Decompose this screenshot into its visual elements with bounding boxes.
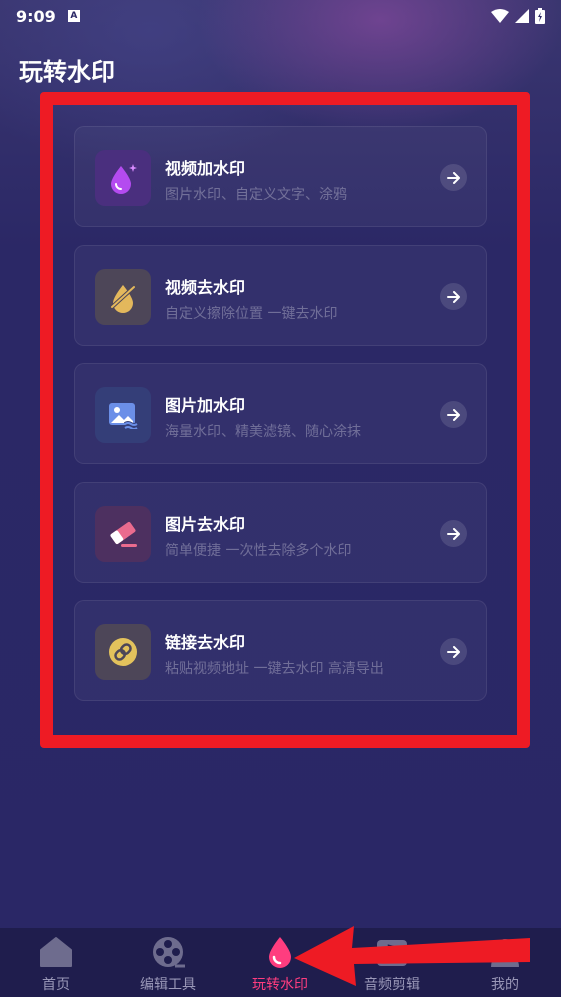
nav-item-edit-tools[interactable]: 编辑工具	[112, 928, 224, 997]
status-time: 9:09	[16, 6, 56, 26]
signal-icon	[515, 9, 529, 23]
wifi-icon	[491, 9, 509, 23]
battery-icon	[535, 8, 545, 24]
nav-item-home[interactable]: 首页	[0, 928, 112, 997]
notification-a-icon: A	[67, 10, 80, 22]
page-title: 玩转水印	[19, 58, 115, 86]
film-reel-icon	[150, 934, 186, 970]
annotation-highlight-frame	[40, 92, 530, 748]
nav-label: 首页	[42, 977, 70, 993]
nav-label: 编辑工具	[140, 977, 196, 993]
annotation-arrow-icon	[294, 926, 530, 986]
home-icon	[38, 934, 74, 970]
status-bar: 9:09 A	[0, 0, 561, 32]
